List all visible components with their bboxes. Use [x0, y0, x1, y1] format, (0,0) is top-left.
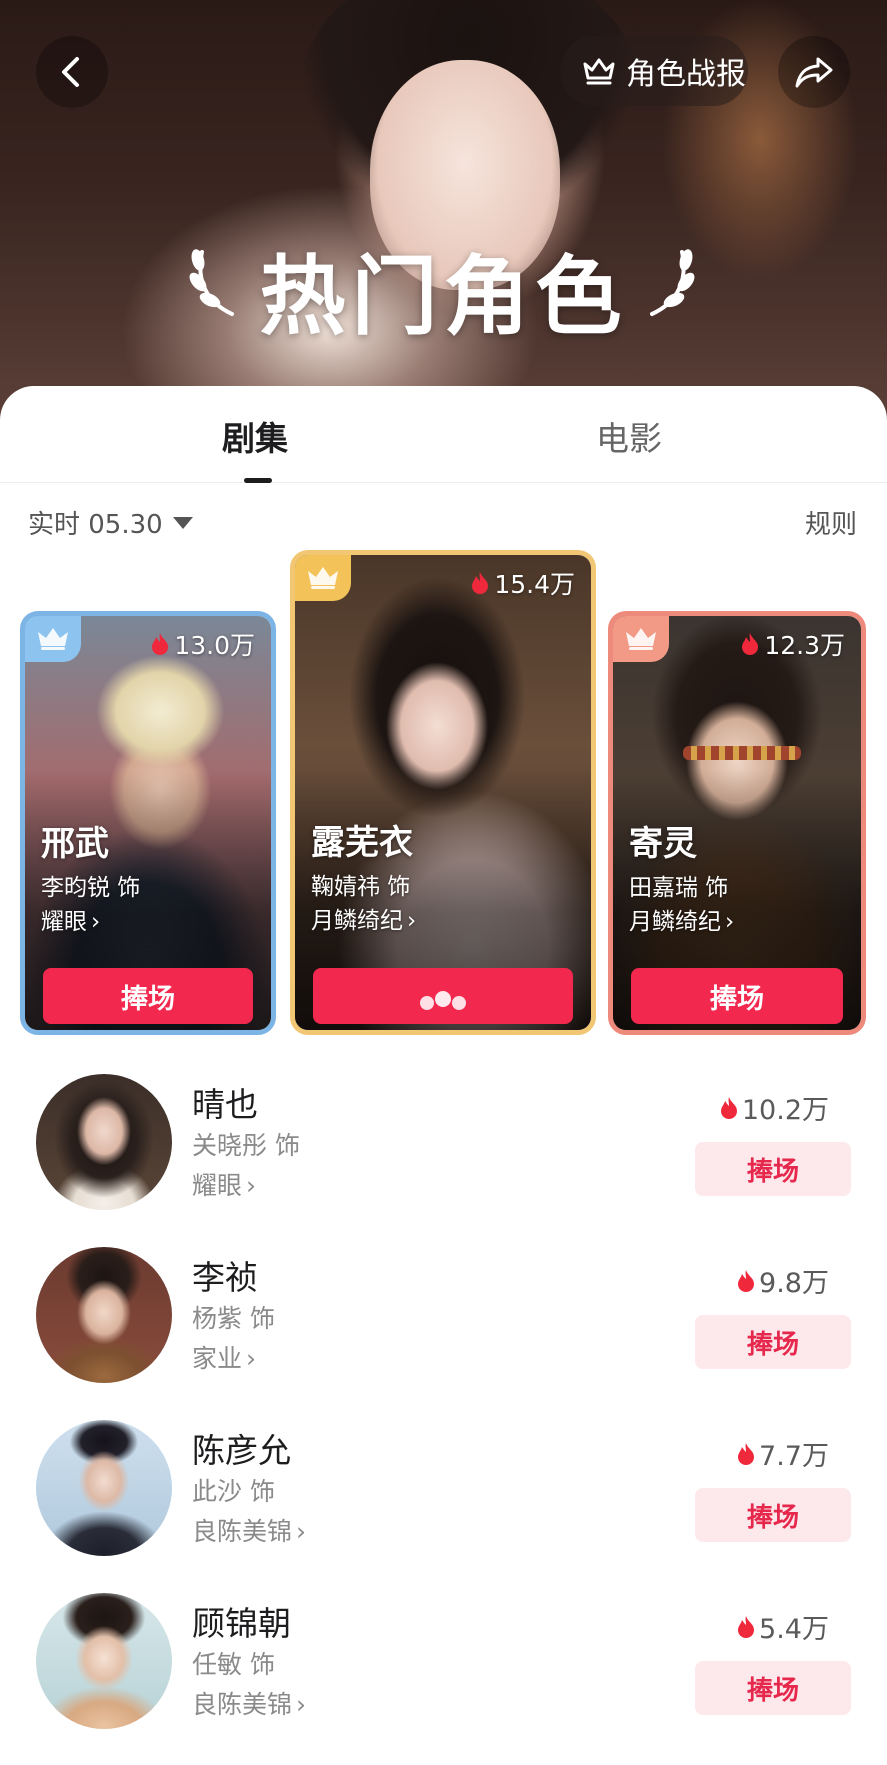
actor-name: 杨紫 饰 — [192, 1304, 275, 1333]
character-report-button[interactable]: 角色战报 — [560, 36, 748, 106]
character-name: 顾锦朝 — [192, 1604, 291, 1643]
heat-value: 7.7万 — [736, 1434, 829, 1473]
cheer-button[interactable]: 捧场 — [695, 1488, 851, 1542]
avatar — [36, 1420, 172, 1556]
heat-value: 10.2万 — [719, 1088, 829, 1127]
tab-movies[interactable]: 电影 — [596, 412, 662, 460]
laurel-right-icon — [650, 249, 695, 316]
show-link[interactable]: 月鳞绮纪 › — [629, 902, 734, 936]
avatar — [36, 1074, 172, 1210]
list-item[interactable]: 顾锦朝 任敏 饰 良陈美锦 › 5.4万 捧场 — [0, 1593, 887, 1765]
podium-card-rank-2[interactable]: 13.0万 邢武 李昀锐 饰 耀眼 › 捧场 — [20, 611, 276, 1035]
cheer-button[interactable] — [313, 968, 573, 1024]
active-tab-indicator — [244, 478, 272, 483]
show-link[interactable]: 耀眼 › — [41, 902, 100, 936]
hero-banner: 热门角色 角色战报 — [0, 0, 887, 420]
show-link[interactable]: 良陈美锦 › — [192, 1512, 306, 1548]
category-tabs: 剧集 电影 — [0, 386, 887, 483]
cheer-button[interactable]: 捧场 — [43, 968, 253, 1024]
actor-name: 任敏 饰 — [192, 1650, 275, 1679]
character-name: 邢武 — [41, 824, 109, 864]
back-button[interactable] — [36, 36, 108, 108]
date-filter-label: 实时 05.30 — [28, 510, 163, 540]
list-item[interactable]: 晴也 关晓彤 饰 耀眼 › 10.2万 捧场 — [0, 1074, 887, 1246]
avatar — [36, 1593, 172, 1729]
rank-badge — [613, 616, 669, 662]
back-arrow-icon — [62, 57, 79, 87]
cheer-button[interactable]: 捧场 — [631, 968, 843, 1024]
actor-name: 鞠婧祎 饰 — [311, 874, 411, 900]
loading-dots-icon — [420, 991, 466, 1010]
flame-icon — [472, 572, 489, 594]
character-name: 寄灵 — [629, 824, 697, 864]
podium-card-rank-3[interactable]: 12.3万 寄灵 田嘉瑞 饰 月鳞绮纪 › 捧场 — [608, 611, 866, 1035]
share-icon — [795, 57, 833, 88]
actor-name: 田嘉瑞 饰 — [629, 875, 729, 901]
actor-name: 关晓彤 饰 — [192, 1131, 300, 1160]
list-item[interactable]: 李祯 杨紫 饰 家业 › 9.8万 捧场 — [0, 1247, 887, 1419]
character-name: 晴也 — [192, 1085, 258, 1124]
actor-name: 此沙 饰 — [192, 1477, 275, 1506]
character-name: 露芜衣 — [311, 823, 413, 863]
flame-icon — [738, 1442, 755, 1465]
rank-badge — [295, 555, 351, 601]
heat-value: 13.0万 — [150, 626, 255, 662]
share-button[interactable] — [778, 36, 850, 108]
actor-name: 李昀锐 饰 — [41, 875, 141, 901]
show-link[interactable]: 良陈美锦 › — [192, 1685, 306, 1721]
crown-icon — [583, 58, 615, 85]
show-link[interactable]: 月鳞绮纪 › — [311, 901, 416, 935]
flame-icon — [720, 1096, 737, 1119]
date-filter-dropdown[interactable]: 实时 05.30 — [28, 504, 193, 541]
show-link[interactable]: 耀眼 › — [192, 1166, 256, 1202]
cheer-button[interactable]: 捧场 — [695, 1315, 851, 1369]
list-item[interactable]: 陈彦允 此沙 饰 良陈美锦 › 7.7万 捧场 — [0, 1420, 887, 1592]
cheer-button[interactable]: 捧场 — [695, 1142, 851, 1196]
page-title: 热门角色 — [259, 247, 628, 347]
avatar — [36, 1247, 172, 1383]
heat-value: 12.3万 — [740, 626, 845, 662]
heat-value: 9.8万 — [736, 1261, 829, 1300]
heat-value: 15.4万 — [470, 565, 575, 601]
flame-icon — [738, 1269, 755, 1292]
crown-icon — [38, 628, 68, 650]
tab-series[interactable]: 剧集 — [222, 412, 288, 460]
character-report-label: 角色战报 — [626, 57, 746, 92]
crown-icon — [626, 628, 656, 650]
character-name: 陈彦允 — [192, 1431, 291, 1470]
flame-icon — [742, 633, 759, 655]
podium-card-rank-1[interactable]: 15.4万 露芜衣 鞠婧祎 饰 月鳞绮纪 › — [290, 550, 596, 1035]
heat-value: 5.4万 — [736, 1607, 829, 1646]
cheer-button[interactable]: 捧场 — [695, 1661, 851, 1715]
rules-link[interactable]: 规则 — [805, 504, 857, 541]
show-link[interactable]: 家业 › — [192, 1339, 256, 1375]
crown-icon — [308, 567, 338, 589]
flame-icon — [152, 633, 169, 655]
flame-icon — [738, 1615, 755, 1638]
caret-down-icon — [172, 516, 193, 529]
character-name: 李祯 — [192, 1258, 258, 1297]
rank-badge — [25, 616, 81, 662]
